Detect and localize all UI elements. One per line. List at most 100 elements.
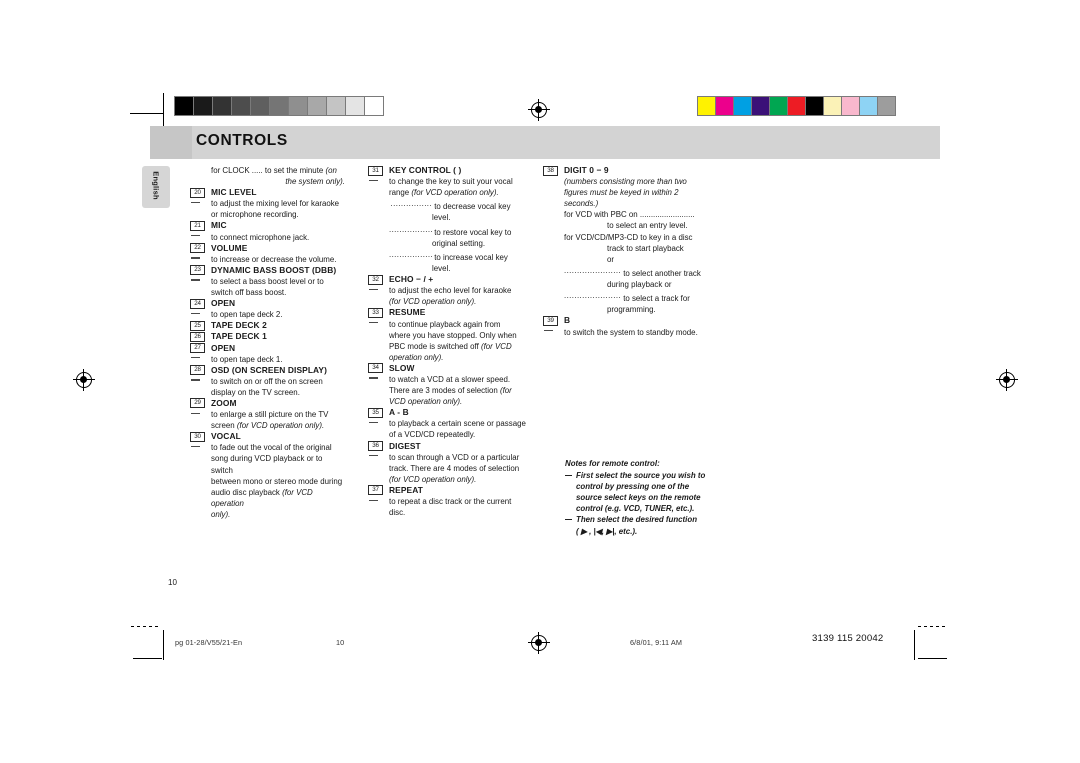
control-number: 37 [368, 485, 383, 496]
control-entry: 21 MIC [190, 220, 345, 231]
greyscale-swatch [269, 96, 289, 116]
control-description: to repeat a disc track or the current [368, 496, 528, 507]
bullet-dash-icon [191, 357, 200, 359]
note-line: control (e.g. VCD, TUNER, etc.). [576, 504, 695, 514]
leader-line-entry: ...................... to select a track… [564, 291, 690, 304]
colour-swatch [769, 96, 788, 116]
control-entry: 20 MIC LEVEL [190, 187, 345, 198]
crop-mark [130, 113, 164, 114]
indented-text: track to start playback [607, 243, 684, 253]
continued-text: the system only). [285, 177, 345, 187]
colour-calibration-strip [697, 96, 896, 116]
bullet-dash-icon [191, 235, 200, 237]
control-label: DIGEST [389, 440, 421, 451]
greyscale-calibration-strip [174, 96, 384, 116]
indented-text: to select an entry level. [607, 221, 688, 231]
crop-mark [918, 658, 947, 659]
control-description-line: between mono or stereo mode during [211, 476, 343, 486]
control-description-line: operation only). [389, 352, 444, 362]
crop-mark [918, 626, 948, 627]
control-description-line: for VCD with PBC on ....................… [564, 210, 695, 220]
footer-timestamp: 6/8/01, 9:11 AM [630, 638, 683, 647]
greyscale-swatch [345, 96, 365, 116]
crop-mark [163, 93, 164, 127]
control-label: ECHO − / + [389, 274, 434, 285]
footer-document-code: 3139 115 20042 [812, 633, 884, 644]
greyscale-swatch [307, 96, 327, 116]
control-description: to switch the system to standby mode. [543, 327, 733, 338]
control-number: 23 [190, 265, 205, 276]
note-line: ( ▶ , |◀, ▶|, etc.). [576, 526, 638, 536]
note-line: source select keys on the remote [576, 493, 701, 503]
bullet-dash-icon [369, 455, 378, 457]
control-description: to select a bass boost level or to [190, 276, 345, 287]
control-entry: 34 SLOW [368, 363, 528, 374]
control-description-line: display on the TV screen. [211, 387, 300, 397]
control-entry: 36 DIGEST [368, 441, 528, 452]
bullet-dash-icon [191, 412, 200, 414]
control-label: DIGIT 0 − 9 [564, 165, 609, 175]
bullet-dash-icon [369, 421, 378, 424]
controls-column-2: 31 KEY CONTROL ( ) to change the key to su… [368, 165, 528, 518]
registration-mark-right [996, 369, 1018, 391]
control-number: 21 [190, 220, 205, 231]
notes-list: First select the source you wish to contr… [565, 470, 745, 537]
control-label: DYNAMIC BASS BOOST (DBB) [211, 264, 337, 275]
control-description-line: switch off bass boost. [211, 288, 287, 298]
control-entry: 22 VOLUME [190, 243, 345, 254]
bullet-dash-icon [191, 201, 200, 204]
leader-line-entry: ...................... to select another… [564, 265, 701, 278]
indented-text: programming. [607, 305, 656, 315]
control-number: 29 [190, 398, 205, 409]
control-label: VOLUME [211, 242, 248, 253]
colour-swatch [715, 96, 734, 116]
bullet-dash-icon [369, 499, 378, 501]
control-description: to increase or decrease the volume. [190, 254, 345, 265]
controls-column-1: for CLOCK ..... to set the minute (on the… [190, 165, 345, 520]
control-description: to open tape deck 2. [190, 309, 345, 320]
control-number: 36 [368, 441, 383, 452]
control-label: REPEAT [389, 484, 423, 495]
control-description-line: song during VCD playback or to switch [211, 454, 323, 475]
colour-swatch [805, 96, 824, 116]
leader-line-entry: ................... to restore vocal key… [389, 224, 512, 237]
control-description-line: where you have stopped. Only when [389, 330, 517, 340]
control-entry: 38 DIGIT 0 − 9 [543, 165, 733, 176]
colour-swatch [787, 96, 806, 116]
control-description: to playback a certain scene or passage [368, 418, 528, 429]
control-label: OPEN [211, 298, 236, 309]
crop-mark [133, 658, 162, 659]
continued-text: for CLOCK ..... to set the minute (on [211, 166, 337, 175]
control-label: RESUME [389, 307, 426, 318]
controls-column-3: 38 DIGIT 0 − 9 (numbers consisting more th… [543, 165, 733, 338]
control-description-line: or microphone recording. [211, 210, 299, 220]
bullet-dash-icon [369, 288, 378, 291]
control-description: to switch on or off the on screen [190, 376, 345, 387]
control-number: 20 [190, 187, 205, 198]
control-description: to adjust the mixing level for karaoke [190, 198, 345, 209]
bullet-dash-icon [369, 377, 378, 379]
language-tab-label: English [151, 171, 161, 200]
control-entry: 32 ECHO − / + [368, 274, 528, 285]
control-entry: 31 KEY CONTROL ( ) [368, 165, 528, 176]
crop-mark [163, 630, 164, 660]
control-label: A - B [389, 407, 409, 418]
control-label: MIC [211, 220, 227, 231]
colour-swatch [823, 96, 842, 116]
control-description: to fade out the vocal of the original [190, 442, 345, 453]
colour-swatch [859, 96, 878, 116]
indented-text: original setting. [432, 238, 486, 248]
control-label: TAPE DECK 1 [211, 331, 267, 342]
control-number: 22 [190, 243, 205, 254]
control-description-line: only). [211, 509, 231, 519]
control-description-line: audio disc playback (for VCD operation [211, 487, 313, 508]
control-number: 38 [543, 165, 558, 176]
control-description-line: figures must be keyed in within 2 [564, 188, 679, 198]
control-entry: 25 TAPE DECK 2 [190, 320, 345, 331]
control-description-line: (for VCD operation only). [389, 297, 477, 307]
footer-filename: pg 01-28/V55/21-En [175, 638, 243, 647]
control-entry: 28 OSD (ON SCREEN DISPLAY) [190, 365, 345, 376]
control-description-line: for VCD/CD/MP3-CD to key in a disc [564, 232, 693, 242]
greyscale-swatch [288, 96, 308, 116]
control-number: 28 [190, 365, 205, 376]
